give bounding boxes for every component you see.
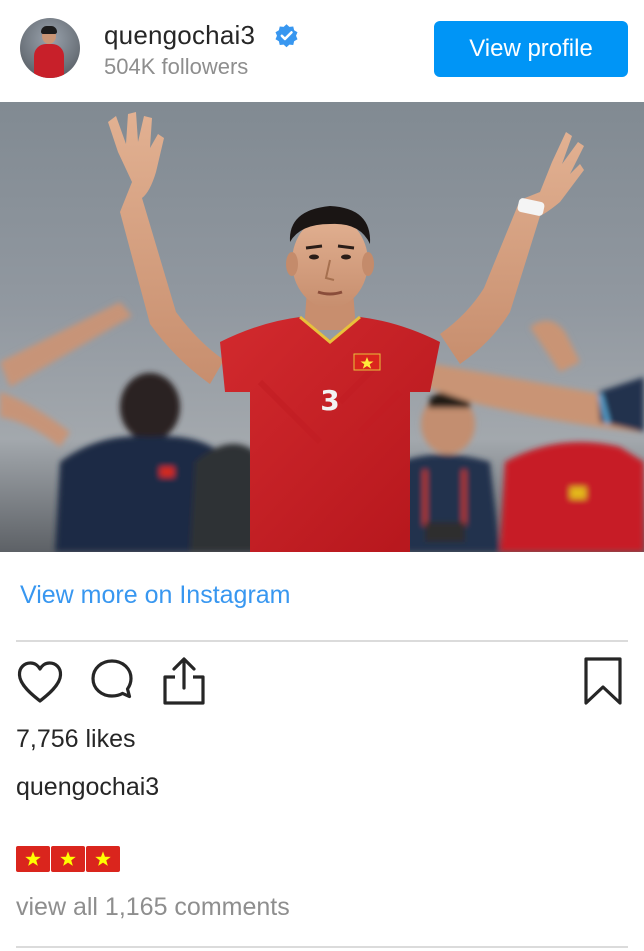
bookmark-icon[interactable] xyxy=(582,656,624,706)
avatar[interactable] xyxy=(20,18,80,78)
divider xyxy=(16,946,628,948)
view-all-comments-link[interactable]: view all 1,165 comments xyxy=(16,892,290,922)
post-photo[interactable]: 3 xyxy=(0,102,644,552)
like-count: 7,756 likes xyxy=(16,725,136,753)
username[interactable]: quengochai3 xyxy=(104,20,255,50)
heart-icon[interactable] xyxy=(16,660,64,704)
vietnam-flag-emoji xyxy=(86,846,120,872)
view-more-on-instagram-link[interactable]: View more on Instagram xyxy=(20,580,291,610)
caption-username[interactable]: quengochai3 xyxy=(16,772,159,802)
comment-icon[interactable] xyxy=(88,658,136,706)
view-profile-button[interactable]: View profile xyxy=(434,21,628,77)
caption-flags xyxy=(16,846,120,872)
share-icon[interactable] xyxy=(160,656,208,706)
follower-count: 504K followers xyxy=(104,54,249,79)
svg-text:3: 3 xyxy=(320,384,339,417)
vietnam-flag-emoji xyxy=(16,846,50,872)
vietnam-flag-emoji xyxy=(51,846,85,872)
photo-of-football-player: 3 xyxy=(0,102,644,552)
verified-badge-icon xyxy=(275,24,298,48)
post-header: quengochai3 504K followers View profile xyxy=(0,0,644,102)
divider xyxy=(16,640,628,642)
